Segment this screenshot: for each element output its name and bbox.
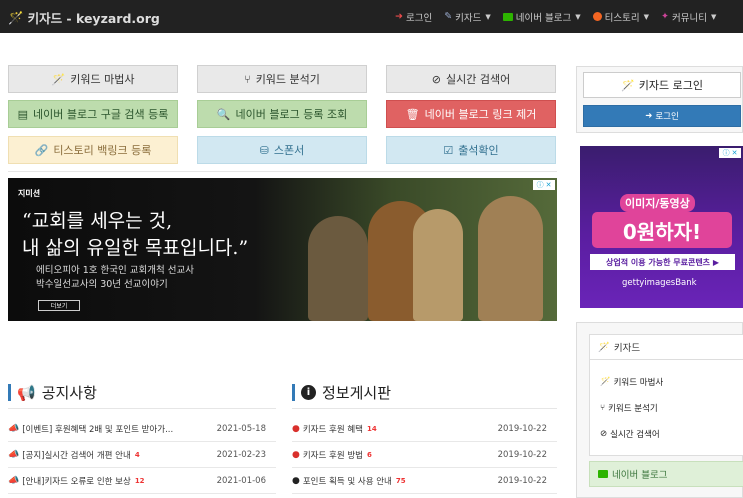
- comment-count: 75: [395, 477, 406, 485]
- realtime-search-button[interactable]: ⊘ 실시간 검색어: [386, 65, 556, 93]
- naver-google-register-button[interactable]: ▤ 네이버 블로그 구글 검색 등록: [8, 100, 178, 128]
- login-icon: ➜: [395, 11, 403, 22]
- info-circle-icon: i: [301, 385, 316, 400]
- attendance-button[interactable]: ☑ 출석확인: [386, 136, 556, 164]
- megaphone-icon: 📣: [8, 424, 20, 434]
- tistory-backlink-button[interactable]: 🔗 티스토리 백링크 등록: [8, 136, 178, 164]
- info-row[interactable]: ● 키자드 후원 방법 6 2019-10-22: [292, 443, 557, 468]
- brand-title: 키자드 - keyzard.org: [27, 11, 160, 26]
- heading-accent-bar: [292, 384, 295, 401]
- caret-down-icon: ▼: [710, 12, 717, 21]
- naver-register-check-button[interactable]: 🔍 네이버 블로그 등록 조회: [197, 100, 367, 128]
- naver-blog-icon: [598, 470, 608, 478]
- tistory-icon: [592, 12, 602, 21]
- compass-icon: ⊘: [431, 72, 441, 86]
- branch-icon: ⑂: [244, 72, 251, 86]
- login-panel-title: 🪄 키자드 로그인: [583, 72, 741, 98]
- divider: [292, 408, 557, 409]
- magic-wand-icon: 🪄: [598, 341, 610, 353]
- divider: [8, 408, 276, 409]
- sidebar-ad-brand: gettyimagesBank: [622, 278, 697, 288]
- ad-choices-icon[interactable]: ⓘ ✕: [533, 180, 555, 190]
- comment-count: 6: [367, 451, 372, 459]
- sidebar-ad-line2: 0원하자!: [592, 212, 732, 248]
- sidebar-ad[interactable]: ⓘ ✕ 이미지/동영상 0원하자! 상업적 이용 가능한 무료콘텐츠 ▶ gett…: [580, 146, 743, 308]
- close-icon: ✕: [731, 149, 738, 157]
- search-icon: 🔍: [216, 107, 231, 121]
- ad-headline: “교회를 세우는 것, 내 삶의 유일한 목표입니다.”: [22, 210, 249, 259]
- megaphone-icon: 📢: [17, 383, 36, 402]
- compass-icon: ⊘: [600, 429, 608, 439]
- sidebar-ad-line1: 이미지/동영상: [620, 194, 695, 212]
- ad-photo-person: [308, 216, 368, 321]
- keyzard-panel-heading: 🪄 키자드: [589, 334, 743, 360]
- ad-subtext: 에티오피아 1호 한국인 교회개척 선교사 박수일선교사의 30년 선교이야기: [36, 265, 194, 290]
- nav-keyzard[interactable]: ✎ 키자드 ▼: [444, 10, 491, 24]
- ad-more-button[interactable]: 더보기: [38, 300, 80, 311]
- notice-heading: 📢 공지사항: [8, 382, 97, 403]
- ad-choices-icon[interactable]: ⓘ ✕: [719, 148, 741, 158]
- comment-count: 14: [367, 425, 377, 433]
- calendar-check-icon: ☑: [443, 143, 454, 157]
- coins-icon: ⛁: [259, 143, 269, 157]
- magic-wand-icon: ✎: [444, 11, 453, 22]
- login-icon: ➜: [645, 111, 653, 121]
- comment-count: 12: [134, 477, 145, 485]
- notice-row[interactable]: 📣 [공지]실시간 검색어 개편 안내 4 2021-02-23: [8, 443, 276, 468]
- nav-community[interactable]: ✦ 커뮤니티 ▼: [661, 10, 716, 24]
- info-circle-icon: ●: [292, 450, 300, 460]
- divider: [8, 171, 557, 172]
- sidebar-item-keyword-wizard[interactable]: 🪄 키워드 마법사: [600, 376, 663, 388]
- info-circle-icon: ●: [292, 424, 300, 434]
- close-icon: ✕: [545, 181, 552, 189]
- info-row[interactable]: ● 키자드 후원 혜택 14 2019-10-22: [292, 417, 557, 442]
- trash-icon: 🗑: [405, 107, 420, 121]
- notice-row[interactable]: 📣 [안내]키자드 오류로 인한 보상 12 2021-01-06: [8, 469, 276, 494]
- login-panel: 🪄 키자드 로그인 ➜ 로그인: [576, 66, 743, 133]
- sponsor-button[interactable]: ⛁ 스폰서: [197, 136, 367, 164]
- sidebar-menu-panel: 🪄 키자드 🪄 키워드 마법사 ⑂ 키워드 분석기 ⊘ 실시간 검색어 네이버 블로그: [576, 322, 743, 498]
- sidebar-item-keyword-analyzer[interactable]: ⑂ 키워드 분석기: [600, 402, 658, 414]
- link-icon: 🔗: [34, 143, 49, 157]
- info-row[interactable]: ● 포인트 획득 및 사용 안내 75 2019-10-22: [292, 469, 557, 494]
- login-button[interactable]: ➜ 로그인: [583, 105, 741, 127]
- notice-row[interactable]: 📣 [이벤트] 후원혜택 2배 및 포인트 받아가... 2021-05-18: [8, 417, 276, 442]
- brand-logo[interactable]: 🪄 키자드 - keyzard.org: [8, 8, 160, 27]
- info-icon: ⓘ: [536, 181, 544, 189]
- keyzard-panel-body: 🪄 키워드 마법사 ⑂ 키워드 분석기 ⊘ 실시간 검색어: [589, 360, 743, 456]
- sidebar-ad-line3: 상업적 이용 가능한 무료콘텐츠 ▶: [590, 254, 735, 270]
- caret-down-icon: ▼: [485, 12, 491, 21]
- megaphone-icon: 📣: [8, 450, 20, 460]
- nav-naver-blog[interactable]: 네이버 블로그 ▼: [502, 10, 581, 24]
- heading-accent-bar: [8, 384, 11, 401]
- branch-icon: ⑂: [600, 403, 606, 413]
- info-circle-icon: ●: [292, 476, 300, 486]
- caret-down-icon: ▼: [643, 12, 650, 21]
- keyword-analyzer-button[interactable]: ⑂ 키워드 분석기: [197, 65, 367, 93]
- info-icon: ⓘ: [722, 149, 730, 157]
- ad-photo-person: [478, 196, 543, 321]
- magic-wand-icon: 🪄: [600, 377, 611, 387]
- ad-photo-person: [413, 209, 463, 321]
- top-navbar: 🪄 키자드 - keyzard.org ➜ 로그인 ✎ 키자드 ▼ 네이버 블로그…: [0, 0, 743, 33]
- naver-blog-panel-heading: 네이버 블로그: [589, 461, 743, 487]
- ad-banner[interactable]: 지미션 “교회를 세우는 것, 내 삶의 유일한 목표입니다.” 에티오피아 1…: [8, 178, 557, 321]
- magic-wand-icon: 🪄: [621, 78, 635, 92]
- naver-link-remove-button[interactable]: 🗑 네이버 블로그 링크 제거: [386, 100, 556, 128]
- nav-login[interactable]: ➜ 로그인: [395, 10, 432, 24]
- magic-wand-icon: 🪄: [51, 72, 66, 86]
- naver-blog-icon: [502, 12, 513, 21]
- nav-tistory[interactable]: 티스토리 ▼: [592, 10, 650, 24]
- caret-down-icon: ▼: [575, 12, 581, 21]
- info-board-heading: i 정보게시판: [292, 382, 391, 403]
- community-icon: ✦: [661, 11, 669, 22]
- sidebar-item-realtime-search[interactable]: ⊘ 실시간 검색어: [600, 428, 660, 440]
- ad-logo: 지미션: [18, 189, 41, 198]
- nav-menu: ➜ 로그인 ✎ 키자드 ▼ 네이버 블로그 ▼ 티스토리 ▼ ✦ 커뮤니티 ▼: [395, 0, 716, 33]
- magic-wand-icon: 🪄: [8, 9, 24, 25]
- database-icon: ▤: [17, 107, 28, 121]
- megaphone-icon: 📣: [8, 476, 20, 486]
- keyword-wizard-button[interactable]: 🪄 키워드 마법사: [8, 65, 178, 93]
- comment-count: 4: [134, 451, 140, 459]
